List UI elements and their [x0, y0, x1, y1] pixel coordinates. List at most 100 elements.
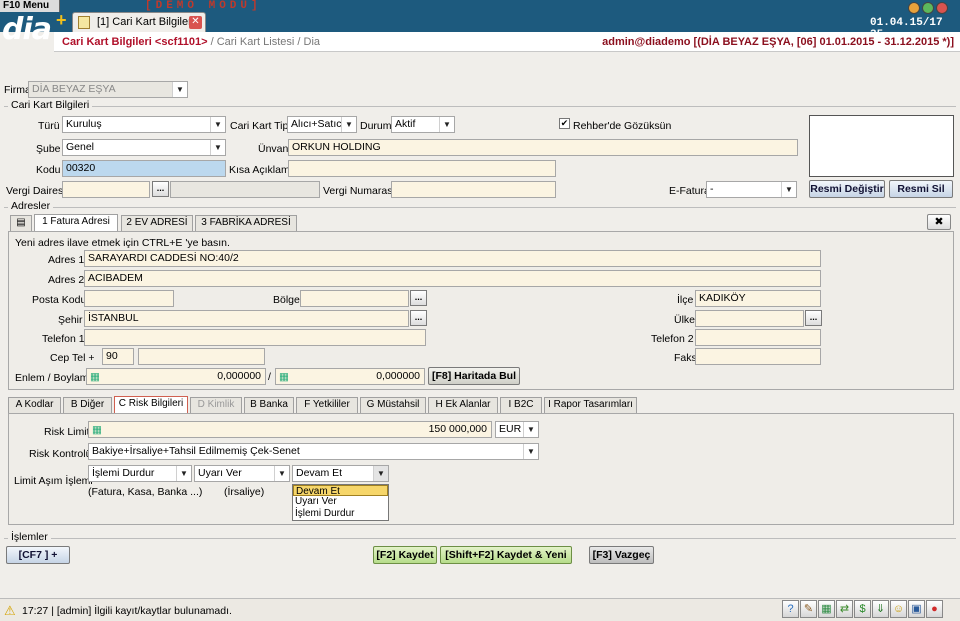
- kaydet-yeni-button[interactable]: [Shift+F2] Kaydet & Yeni: [440, 546, 572, 564]
- tab-b2c[interactable]: I B2C: [500, 397, 542, 413]
- adresler-group-line: [4, 207, 956, 208]
- address-list-icon[interactable]: ▤: [10, 215, 32, 231]
- tab-cari-kart[interactable]: [1] Cari Kart Bilgileri ✕: [72, 12, 206, 32]
- cep-tel-label: Cep Tel +: [50, 352, 95, 364]
- download-icon[interactable]: ⇓: [872, 600, 889, 618]
- calculator-icon[interactable]: ▦: [90, 370, 100, 384]
- help-icon[interactable]: ?: [782, 600, 799, 618]
- resmi-sil-button[interactable]: Resmi Sil: [889, 180, 953, 198]
- vazgec-button[interactable]: [F3] Vazgeç: [589, 546, 654, 564]
- cep-tel-field[interactable]: [138, 348, 265, 365]
- asim-fatura-select[interactable]: İşlemi Durdur ▼: [88, 465, 192, 482]
- turu-select[interactable]: Kuruluş ▼: [62, 116, 226, 133]
- maximize-icon[interactable]: [922, 2, 934, 14]
- tab-mustahsil[interactable]: G Müstahsil: [360, 397, 426, 413]
- tools-icon[interactable]: ✎: [800, 600, 817, 618]
- unvan-field[interactable]: ORKUN HOLDING: [288, 139, 798, 156]
- vergi-dairesi-field[interactable]: [62, 181, 150, 198]
- adres1-field[interactable]: SARAYARDI CADDESİ NO:40/2: [84, 250, 821, 267]
- sehir-browse-button[interactable]: ...: [410, 310, 427, 326]
- durum-select[interactable]: Aktif ▼: [391, 116, 455, 133]
- enlem-boylam-label: Enlem / Boylam: [15, 372, 89, 384]
- ilce-field[interactable]: KADIKÖY: [695, 290, 821, 307]
- new-tab-plus-icon[interactable]: +: [56, 10, 67, 31]
- smiley-icon[interactable]: ☺: [890, 600, 907, 618]
- tab-rapor-tasarimlari[interactable]: I Rapor Tasarımları: [544, 397, 637, 413]
- calculator-icon[interactable]: ▦: [279, 370, 289, 384]
- exchange-icon[interactable]: ⇄: [836, 600, 853, 618]
- kisa-aciklama-field[interactable]: [288, 160, 556, 177]
- vergi-dairesi-label: Vergi Dairesi: [6, 185, 66, 197]
- sehir-field[interactable]: İSTANBUL: [84, 310, 409, 327]
- close-icon[interactable]: ✕: [189, 16, 202, 29]
- telefon2-label: Telefon 2: [651, 333, 694, 345]
- kodu-field[interactable]: 00320: [62, 160, 226, 177]
- durum-label: Durum: [360, 120, 392, 132]
- enlem-value: 0,000000: [217, 370, 261, 382]
- risk-limiti-field[interactable]: ▦ 150 000,000: [88, 421, 492, 438]
- currency-icon[interactable]: $: [854, 600, 871, 618]
- currency-value: EUR: [499, 423, 522, 435]
- minimize-icon[interactable]: [908, 2, 920, 14]
- posta-kodu-field[interactable]: [84, 290, 174, 307]
- vergi-no-field[interactable]: [391, 181, 556, 198]
- chevron-down-icon: ▼: [210, 140, 225, 155]
- sube-select[interactable]: Genel ▼: [62, 139, 226, 156]
- calculator-icon[interactable]: ▦: [92, 423, 102, 437]
- tab-yetkililer[interactable]: F Yetkililer: [296, 397, 358, 413]
- dropdown-option[interactable]: Devam Et: [293, 485, 388, 497]
- adres2-label: Adres 2: [48, 274, 85, 286]
- telefon2-field[interactable]: [695, 329, 821, 346]
- tab-ev-adresi[interactable]: 2 EV ADRESİ: [121, 215, 193, 231]
- bolge-field[interactable]: [300, 290, 409, 307]
- efatura-select[interactable]: - ▼: [706, 181, 797, 198]
- delete-address-icon[interactable]: ✖: [927, 214, 951, 230]
- telefon1-field[interactable]: [84, 329, 426, 346]
- ulke-browse-button[interactable]: ...: [805, 310, 822, 326]
- dropdown-option[interactable]: İşlemi Durdur: [293, 508, 388, 520]
- cep-country-code[interactable]: 90: [102, 348, 134, 365]
- tab-diger[interactable]: B Diğer: [63, 397, 112, 413]
- tab-ek-alanlar[interactable]: H Ek Alanlar: [428, 397, 498, 413]
- asim-irsaliye-select[interactable]: Uyarı Ver ▼: [194, 465, 290, 482]
- vergi-dairesi-browse-button[interactable]: ...: [152, 181, 169, 197]
- adres2-field[interactable]: ACIBADEM: [84, 270, 821, 287]
- exit-icon[interactable]: ●: [926, 600, 943, 618]
- asim-irsaliye-value: Uyarı Ver: [198, 467, 242, 479]
- chevron-down-icon: ▼: [172, 82, 187, 97]
- chevron-down-icon: ▼: [781, 182, 796, 197]
- faks-field[interactable]: [695, 348, 821, 365]
- ulke-field[interactable]: [695, 310, 804, 327]
- enlem-field[interactable]: ▦ 0,000000: [86, 368, 266, 385]
- risk-limiti-label: Risk Limiti: [44, 426, 92, 438]
- kart-tipi-select[interactable]: Alıcı+Satıcı ▼: [287, 116, 357, 133]
- tab-banka[interactable]: B Banka: [244, 397, 294, 413]
- boylam-field[interactable]: ▦ 0,000000: [275, 368, 425, 385]
- tab-risk-bilgileri[interactable]: C Risk Bilgileri: [114, 396, 188, 413]
- tab-fatura-adresi[interactable]: 1 Fatura Adresi: [34, 214, 118, 231]
- asim-other-select[interactable]: Devam Et ▼: [292, 465, 389, 482]
- dropdown-option[interactable]: Uyarı Ver: [293, 496, 388, 508]
- haritada-bul-button[interactable]: [F8] Haritada Bul: [428, 367, 520, 385]
- calculator-icon[interactable]: ▦: [818, 600, 835, 618]
- sube-label: Şube: [36, 143, 61, 155]
- breadcrumb-rest[interactable]: / Cari Kart Listesi / Dia: [211, 36, 320, 48]
- bolge-browse-button[interactable]: ...: [410, 290, 427, 306]
- currency-select[interactable]: EUR ▼: [495, 421, 539, 438]
- turu-label: Türü: [38, 120, 60, 132]
- risk-kontrolu-select[interactable]: Bakiye+İrsaliye+Tahsil Edilmemiş Çek-Sen…: [88, 443, 539, 460]
- status-text: 17:27 | [admin] İlgili kayıt/kaytlar bul…: [22, 605, 232, 617]
- window-controls: [906, 2, 948, 17]
- firma-select[interactable]: DİA BEYAZ EŞYA ▼: [28, 81, 188, 98]
- tab-kimlik[interactable]: D Kimlik: [190, 397, 242, 413]
- tab-kodlar[interactable]: A Kodlar: [8, 397, 61, 413]
- tab-fabrika-adresi[interactable]: 3 FABRİKA ADRESİ: [195, 215, 297, 231]
- lock-icon[interactable]: ▣: [908, 600, 925, 618]
- resmi-degistir-button[interactable]: Resmi Değiştir: [809, 180, 885, 198]
- f10-menu[interactable]: F10 Menu: [0, 0, 60, 12]
- rehber-checkbox[interactable]: ✔: [559, 118, 570, 129]
- kaydet-button[interactable]: [F2] Kaydet: [373, 546, 437, 564]
- close-window-icon[interactable]: [936, 2, 948, 14]
- cf7-button[interactable]: [CF7 ] +: [6, 546, 70, 564]
- chevron-down-icon: ▼: [523, 444, 538, 459]
